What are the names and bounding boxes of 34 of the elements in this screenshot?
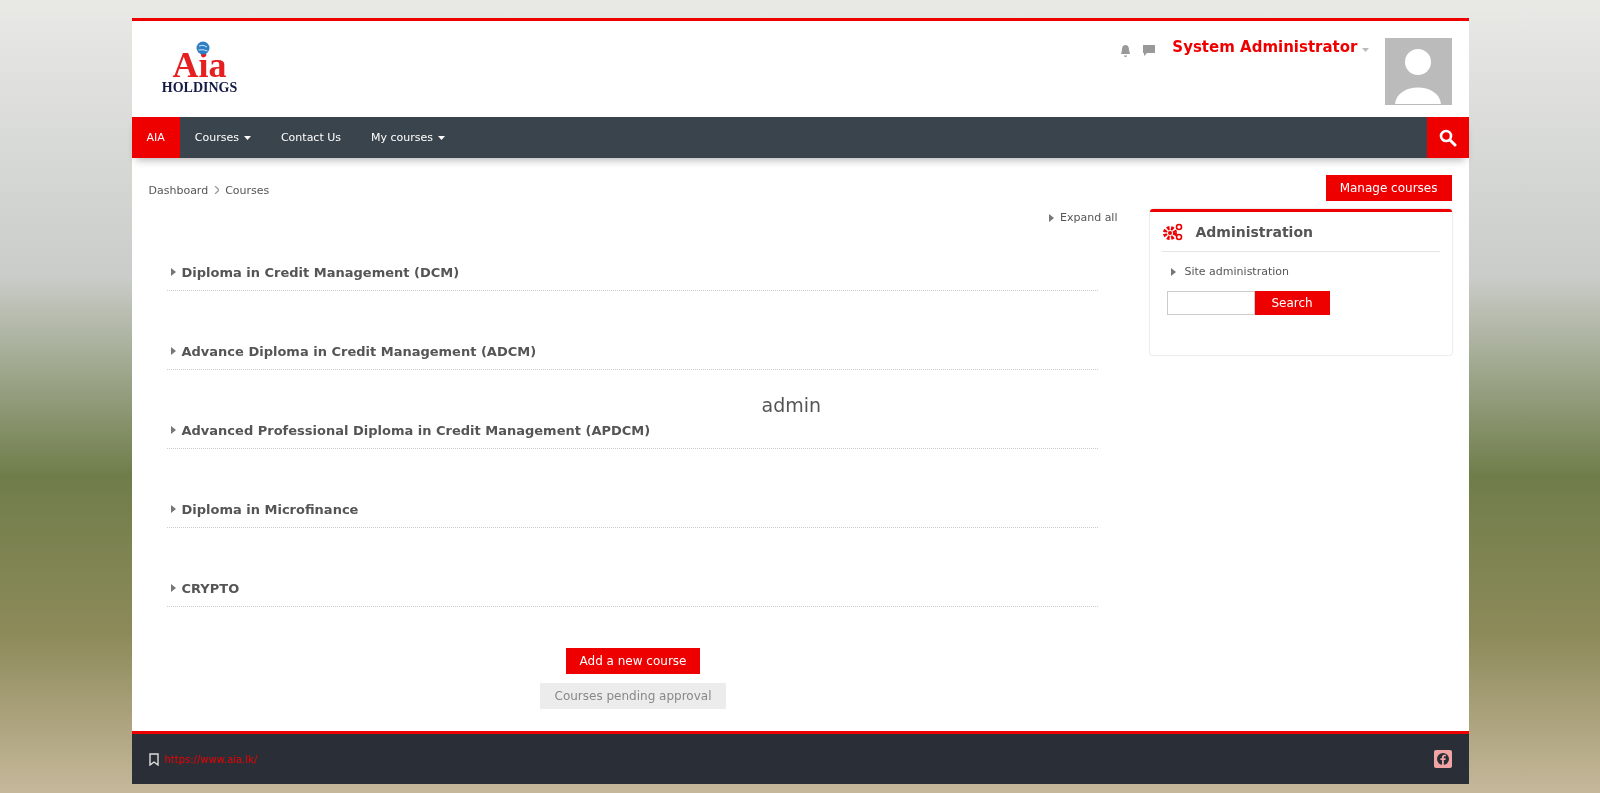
block-title: Administration (1195, 223, 1313, 240)
expand-all-link[interactable]: Expand all (1049, 211, 1118, 224)
bell-icon[interactable] (1119, 44, 1133, 58)
bookmark-icon (148, 752, 159, 766)
gears-icon (1161, 222, 1184, 241)
breadcrumb-link[interactable]: Dashboard (148, 183, 209, 197)
chevron-icon (214, 186, 220, 194)
course-category-link[interactable]: Diploma in Microfinance (181, 501, 359, 517)
add-course-button[interactable]: Add a new course (565, 648, 701, 674)
search-field[interactable] (1166, 291, 1255, 315)
nav-item[interactable]: Contact Us (265, 117, 356, 158)
logo-text: Aia (172, 49, 227, 81)
facebook-icon[interactable] (1433, 750, 1452, 768)
avatar[interactable] (1384, 38, 1452, 105)
search-button[interactable] (1426, 117, 1469, 158)
nav-item[interactable]: AIA (131, 117, 180, 158)
nav-item[interactable]: Courses (179, 117, 266, 158)
manage-courses-button[interactable]: Manage courses (1325, 175, 1452, 201)
logo-subtext: HOLDINGS (161, 81, 238, 95)
course-category-link[interactable]: Diploma in Credit Management (DCM) (181, 264, 460, 280)
breadcrumb-link[interactable]: Courses (225, 183, 270, 197)
tree-item[interactable]: Site administration (1161, 252, 1440, 278)
course-category-link[interactable]: Advanced Professional Diploma in Credit Management (APDCM) (181, 422, 651, 438)
course-category-link[interactable]: Advance Diploma in Credit Management (ADCM) (181, 343, 537, 359)
chat-icon[interactable] (1142, 44, 1157, 57)
course-category-link[interactable]: CRYPTO (181, 580, 240, 596)
caret-icon (1049, 213, 1054, 222)
search-icon (1438, 128, 1457, 147)
user-menu[interactable]: System Administrator (1172, 38, 1358, 56)
globe-icon (195, 41, 210, 55)
caret-icon (1361, 48, 1369, 52)
search-button[interactable]: Search (1254, 291, 1330, 315)
nav-item[interactable]: My courses (356, 117, 460, 158)
username-text: admin (761, 394, 822, 416)
